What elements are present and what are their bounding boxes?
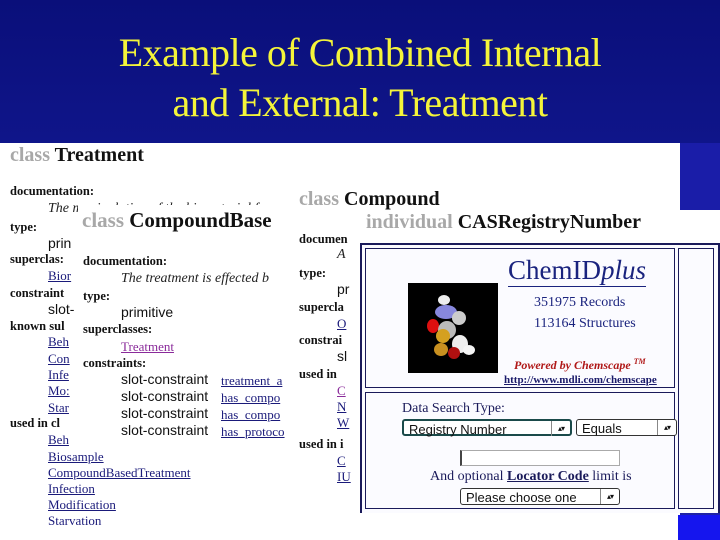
- documentation-text: A: [337, 247, 346, 262]
- individual-keyword: individual: [366, 211, 453, 233]
- constraints-label: constrai: [299, 333, 343, 347]
- type-value: pr: [337, 281, 350, 297]
- class-name: Compound: [344, 188, 440, 210]
- optional-suffix: limit is: [592, 469, 632, 484]
- constraint-kind: slot-constraint: [121, 422, 209, 438]
- chemscape-link[interactable]: http://www.mdli.com/chemscape: [504, 374, 657, 386]
- search-type-value: Registry Number: [409, 422, 507, 437]
- chemidplus-logo[interactable]: ChemIDplus: [508, 254, 646, 287]
- used-in-link[interactable]: Biosample: [48, 449, 104, 465]
- query-input[interactable]: [460, 450, 620, 466]
- structures-count: 113164 Structures: [534, 316, 636, 331]
- used-in-link[interactable]: W: [337, 415, 349, 431]
- documentation-label: documentation:: [10, 184, 95, 198]
- background-notch: [678, 515, 720, 540]
- class-keyword: class: [10, 144, 50, 166]
- superclasses-label: superclasses:: [83, 322, 153, 336]
- class-heading: class Compound: [299, 188, 440, 211]
- slide-title-line-2: and External: Treatment: [172, 80, 548, 125]
- slide-title: Example of Combined Internal and Externa…: [0, 28, 720, 128]
- subclass-link[interactable]: Con: [48, 351, 70, 367]
- type-value: prin: [48, 235, 72, 251]
- used-in-link[interactable]: Infection: [48, 481, 95, 497]
- used-in-link[interactable]: Beh: [48, 432, 69, 448]
- search-type-select[interactable]: Registry Number ▴▾: [402, 419, 572, 437]
- used-in-link[interactable]: IU: [337, 469, 351, 485]
- constraint-slot-link[interactable]: has_compo: [221, 407, 280, 423]
- type-label: type:: [83, 289, 111, 303]
- constraint-slot-link[interactable]: has_protoco: [221, 424, 285, 440]
- used-in-link[interactable]: N: [337, 399, 346, 415]
- type-label: type:: [299, 266, 327, 280]
- operator-value: Equals: [582, 421, 622, 436]
- compound-base-class-panel: class CompoundBase documentation: The tr…: [78, 205, 298, 445]
- subclass-link[interactable]: Star: [48, 400, 69, 416]
- class-keyword: class: [82, 208, 124, 232]
- powered-by-text: Powered by Chemscape TM: [514, 357, 646, 373]
- subclass-link[interactable]: Mo:: [48, 383, 70, 399]
- used-in-label: used in cl: [10, 416, 61, 430]
- locator-value: Please choose one: [466, 490, 577, 505]
- constraint-slot-link[interactable]: treatment_a: [221, 373, 282, 389]
- superclass-link[interactable]: Treatment: [121, 339, 174, 355]
- subclass-link[interactable]: Infe: [48, 367, 69, 383]
- documentation-label: documen: [299, 232, 348, 246]
- background-notch: [680, 143, 720, 210]
- class-heading: class Treatment: [10, 144, 144, 167]
- constraint-kind: slot-constraint: [121, 371, 209, 387]
- superclass-link[interactable]: Bior: [48, 268, 71, 284]
- constraints-label: constraint: [10, 286, 65, 300]
- used-in-link[interactable]: C: [337, 383, 346, 399]
- cas-registry-panel: individual CASRegistryNumber ChemIDplus …: [360, 210, 720, 513]
- select-arrows-icon: ▴▾: [600, 489, 619, 504]
- used-in-link[interactable]: Modification: [48, 497, 116, 513]
- data-search-type-label: Data Search Type:: [402, 401, 505, 416]
- individual-name: CASRegistryNumber: [457, 211, 642, 233]
- superclasses-label: supercla: [299, 300, 344, 314]
- operator-select[interactable]: Equals ▴▾: [576, 419, 677, 436]
- molecule-image: [408, 283, 498, 373]
- type-value: primitive: [121, 304, 174, 320]
- chemidplus-side-frame: [678, 248, 714, 509]
- used-in-link[interactable]: C: [337, 453, 346, 469]
- trademark: TM: [633, 357, 646, 366]
- used-in-label: used in: [299, 367, 337, 381]
- constraint-value: sl: [337, 348, 348, 364]
- class-heading: class CompoundBase: [82, 208, 272, 233]
- subclass-link[interactable]: Beh: [48, 334, 69, 350]
- select-arrows-icon: ▴▾: [657, 420, 676, 435]
- chemidplus-embed: ChemIDplus 351975 Records 113164 Structu…: [360, 243, 720, 513]
- class-heading: individual CASRegistryNumber: [366, 211, 641, 234]
- class-name: CompoundBase: [129, 208, 272, 232]
- used-in-label: used in i: [299, 437, 344, 451]
- constraints-label: constraints:: [83, 356, 147, 370]
- constraint-value: slot-: [48, 301, 75, 317]
- chemid-title-main: ChemID: [508, 255, 601, 285]
- search-form: Data Search Type: Registry Number ▴▾ Equ…: [365, 392, 677, 509]
- type-label: type:: [10, 220, 38, 234]
- used-in-link[interactable]: Starvation: [48, 513, 101, 529]
- class-name: Treatment: [54, 144, 144, 166]
- class-keyword: class: [299, 188, 339, 210]
- documentation-label: documentation:: [83, 254, 168, 268]
- locator-code-link[interactable]: Locator Code: [507, 469, 589, 484]
- slide-title-line-1: Example of Combined Internal: [118, 30, 602, 75]
- used-in-link[interactable]: CompoundBasedTreatment: [48, 465, 191, 481]
- known-subclasses-label: known sul: [10, 319, 65, 333]
- optional-prefix: And optional: [430, 469, 504, 484]
- locator-code-text: And optional Locator Code limit is: [430, 469, 632, 485]
- documentation-text: The treatment is effected b: [121, 271, 269, 286]
- superclass-link[interactable]: O: [337, 316, 346, 332]
- select-arrows-icon: ▴▾: [551, 421, 570, 436]
- constraint-slot-link[interactable]: has_compo: [221, 390, 280, 406]
- records-count: 351975 Records: [534, 295, 626, 310]
- chemid-title-italic: plus: [600, 255, 646, 285]
- locator-code-select[interactable]: Please choose one ▴▾: [460, 488, 620, 505]
- chemidplus-header: ChemIDplus 351975 Records 113164 Structu…: [365, 248, 675, 388]
- superclasses-label: superclas:: [10, 252, 64, 266]
- constraint-kind: slot-constraint: [121, 405, 209, 421]
- constraint-kind: slot-constraint: [121, 388, 209, 404]
- powered-by-label: Powered by Chemscape: [514, 358, 631, 372]
